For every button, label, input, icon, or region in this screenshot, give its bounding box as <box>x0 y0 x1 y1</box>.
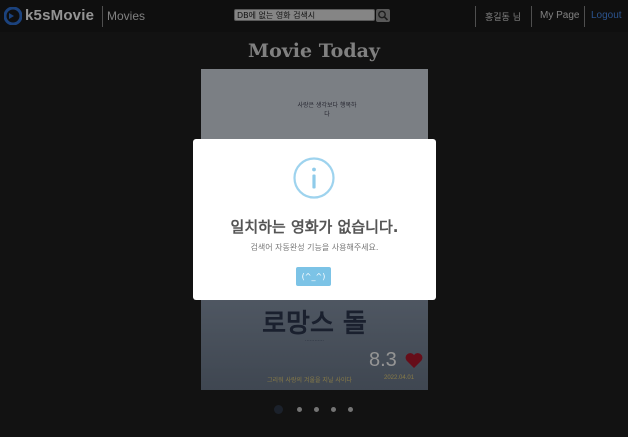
alert-modal: 일치하는 영화가 없습니다. 검색어 자동완성 기능을 사용해주세요. (^_^… <box>193 139 436 300</box>
info-icon <box>293 157 335 199</box>
confirm-button[interactable]: (^_^) <box>296 267 331 286</box>
modal-message: 검색어 자동완성 기능을 사용해주세요. <box>250 243 379 252</box>
modal-title: 일치하는 영화가 없습니다. <box>230 218 399 236</box>
